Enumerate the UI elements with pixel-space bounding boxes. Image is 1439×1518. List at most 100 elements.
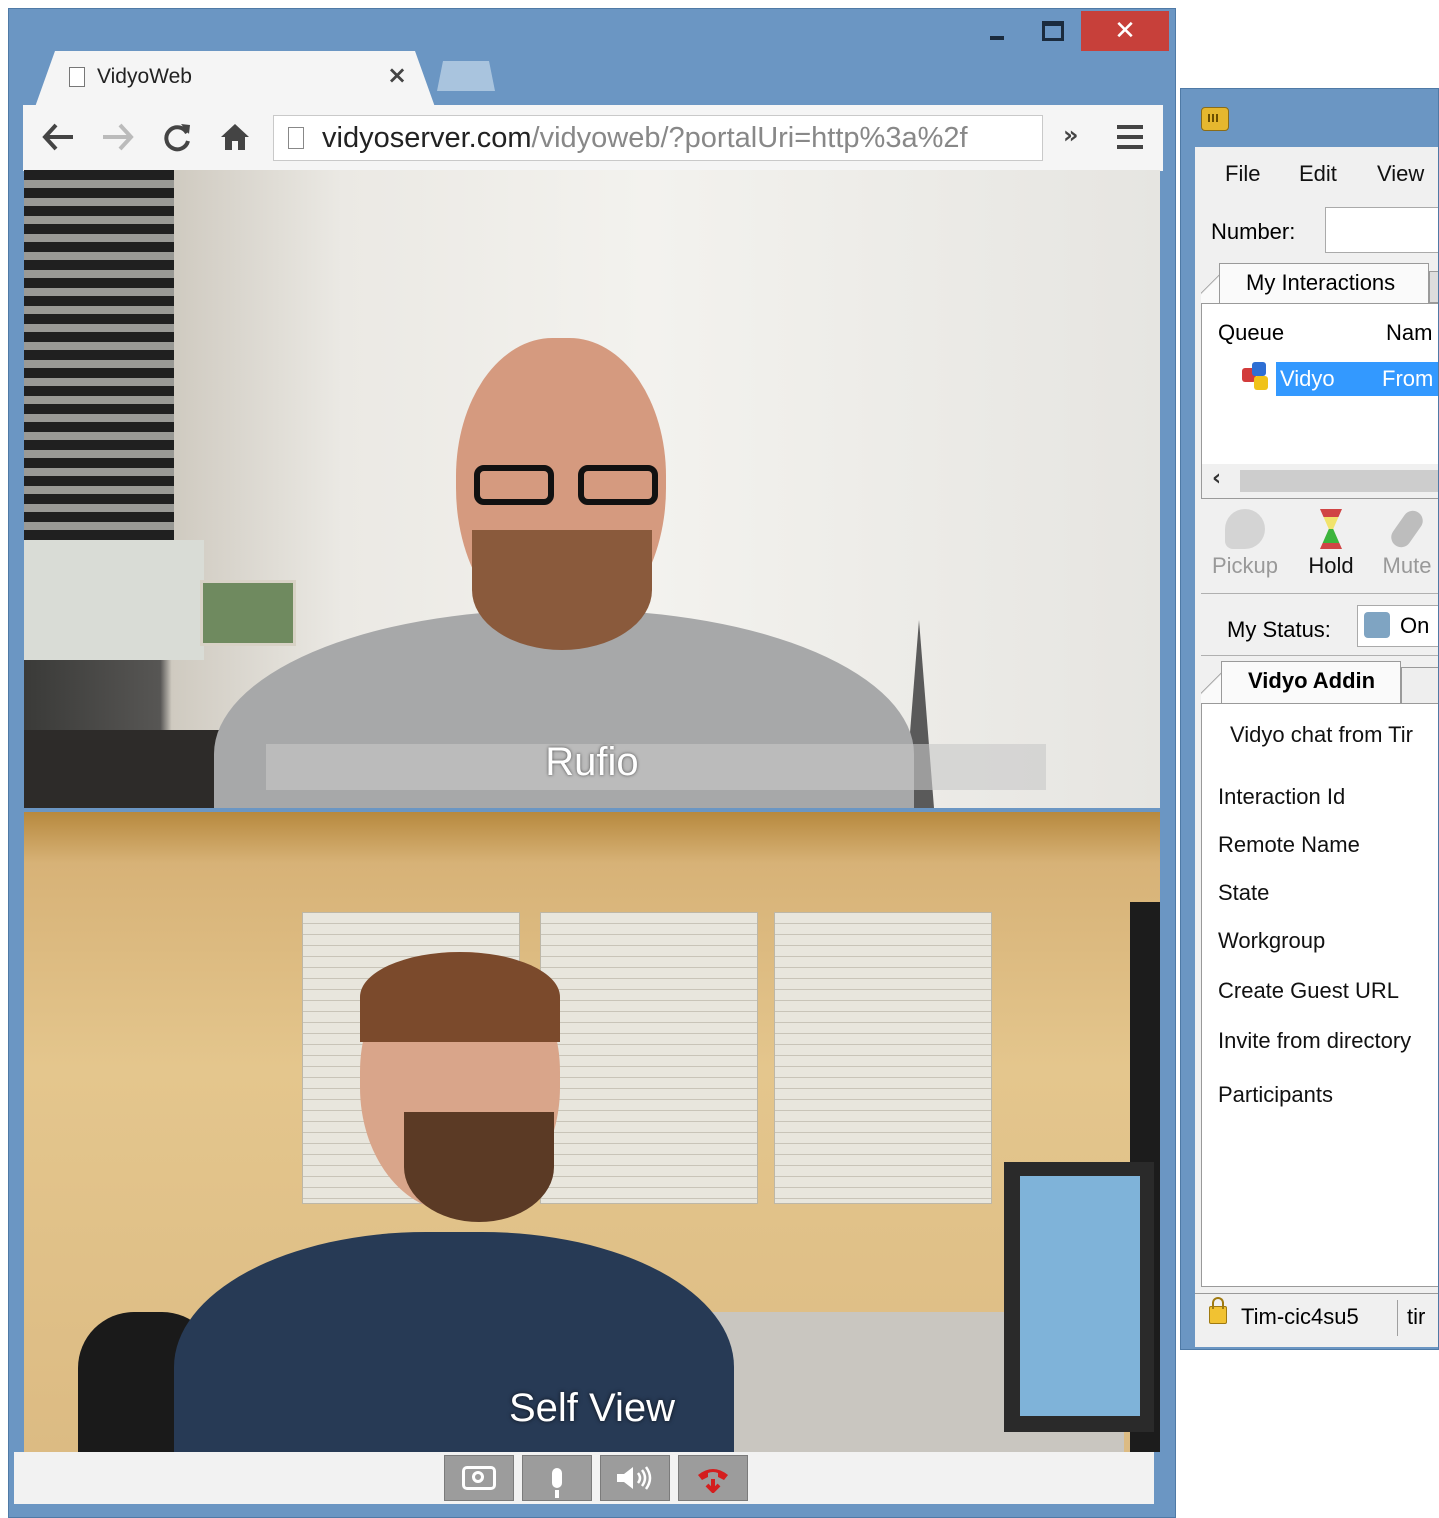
tab-vidyo-addin[interactable]: Vidyo Addin [1221, 661, 1401, 703]
address-url: vidyoserver.com/vidyoweb/?portalUri=http… [322, 122, 968, 155]
chat-interaction-icon [1242, 362, 1272, 392]
call-controls [14, 1452, 1154, 1504]
microphone-icon [552, 1468, 562, 1498]
tab-edge [1201, 661, 1223, 703]
available-status-icon [1364, 612, 1390, 638]
number-input[interactable] [1325, 207, 1438, 253]
vidyo-addin-panel: Vidyo chat from Tir Interaction Id Remot… [1201, 703, 1438, 1287]
tab-next[interactable] [1429, 271, 1438, 303]
remote-participant-label: Rufio [545, 740, 639, 784]
glasses [474, 465, 660, 511]
minimize-button[interactable] [975, 11, 1019, 51]
pickup-label: Pickup [1211, 553, 1279, 578]
remote-name-label: Remote Name [1218, 832, 1360, 857]
new-tab-button[interactable] [437, 61, 495, 91]
invite-from-directory-link[interactable]: Invite from directory [1218, 1028, 1411, 1054]
list-item-selected[interactable]: Vidyo From [1276, 362, 1438, 396]
tab-vidyoweb[interactable]: VidyoWeb × [35, 51, 435, 107]
microphone-button[interactable] [522, 1455, 592, 1501]
home-button[interactable] [215, 117, 255, 157]
scrollbar-thumb[interactable] [1240, 470, 1438, 492]
menu-edit[interactable]: Edit [1299, 161, 1337, 187]
window-blinds [24, 170, 174, 540]
scroll-left-icon[interactable]: ‹ [1212, 466, 1221, 491]
workgroup-label: Workgroup [1218, 928, 1326, 953]
mute-button[interactable]: Mute [1367, 506, 1438, 589]
camera-icon [462, 1466, 496, 1490]
self-person-beard [404, 1112, 554, 1222]
close-window-button[interactable]: ✕ [1081, 11, 1169, 51]
browser-toolbar: vidyoserver.com/vidyoweb/?portalUri=http… [23, 105, 1163, 171]
tab-edge [1201, 263, 1221, 303]
interaction-client-window: File Edit View Number: My Interactions Q… [1180, 88, 1439, 1350]
hangup-button[interactable] [678, 1455, 748, 1501]
row-name: From [1382, 366, 1434, 391]
arrow-left-icon [42, 123, 73, 151]
minimize-icon [990, 36, 1004, 40]
reload-button[interactable] [157, 117, 197, 157]
tab-my-interactions[interactable]: My Interactions [1219, 263, 1429, 303]
self-video: Self View [24, 812, 1160, 1452]
page-icon [288, 127, 304, 149]
hold-button[interactable]: Hold [1291, 509, 1371, 589]
forward-button[interactable] [97, 117, 137, 157]
maximize-button[interactable] [1031, 11, 1075, 51]
divider [1397, 1300, 1398, 1336]
back-button[interactable] [39, 117, 79, 157]
url-path: /vidyoweb/?portalUri=http%3a%2f [531, 122, 968, 154]
my-status-label: My Status: [1227, 617, 1331, 642]
lock-icon [1209, 1297, 1227, 1324]
divider [1201, 655, 1438, 656]
tab-title: VidyoWeb [97, 65, 192, 88]
status-value: On [1400, 613, 1430, 638]
photo-frame [200, 580, 296, 646]
wall-paper [774, 912, 992, 1204]
tab-close-button[interactable]: × [387, 61, 407, 89]
monitor-screen [1020, 1176, 1140, 1416]
status-select[interactable]: On [1357, 605, 1438, 647]
interaction-id-label: Interaction Id [1218, 784, 1346, 809]
hold-label: Hold [1308, 553, 1354, 578]
remote-video: Rufio [24, 170, 1160, 808]
user-name: tir [1407, 1304, 1426, 1329]
mute-label: Mute [1382, 553, 1432, 578]
column-header-queue[interactable]: Queue [1218, 320, 1284, 346]
row-queue: Vidyo [1280, 366, 1335, 391]
camera-button[interactable] [444, 1455, 514, 1501]
menu-view[interactable]: View [1377, 161, 1424, 187]
participants-label: Participants [1218, 1082, 1333, 1107]
url-host: vidyoserver.com [322, 122, 532, 154]
tab-next[interactable] [1401, 667, 1438, 703]
microphone-icon [1387, 506, 1427, 552]
column-header-name[interactable]: Nam [1386, 320, 1432, 346]
interactions-list: Queue Nam Vidyo From ‹ [1201, 303, 1438, 499]
page-icon [69, 67, 85, 87]
speaker-icon [617, 1466, 652, 1490]
menu-icon [1117, 125, 1143, 129]
self-person-hair [360, 952, 560, 1042]
state-label: State [1218, 880, 1270, 905]
arrow-right-icon [103, 123, 134, 151]
extensions-overflow-button[interactable]: » [1063, 121, 1079, 149]
hangup-icon [698, 1469, 728, 1493]
divider [1201, 593, 1438, 594]
menu-file[interactable]: File [1225, 161, 1260, 187]
window-sill [24, 540, 204, 660]
horizontal-scrollbar[interactable]: ‹ [1202, 464, 1438, 498]
menu-icon-bar [1117, 145, 1143, 149]
client-statusbar: Tim-cic4su5 tir [1195, 1293, 1438, 1342]
browser-menu-button[interactable] [1117, 125, 1143, 151]
station-name: Tim-cic4su5 [1241, 1304, 1359, 1329]
chat-from-heading: Vidyo chat from Tir [1230, 722, 1413, 747]
browser-window: ✕ VidyoWeb × vidyoserver.com/vidyoweb/?p… [8, 8, 1176, 1518]
pickup-button[interactable]: Pickup [1205, 509, 1285, 589]
phone-app-icon [1201, 107, 1229, 131]
home-icon [221, 124, 249, 150]
hourglass-icon [1320, 509, 1342, 549]
menu-icon-bar [1117, 135, 1143, 139]
speaker-button[interactable] [600, 1455, 670, 1501]
self-view-label: Self View [508, 1386, 675, 1430]
create-guest-url-link[interactable]: Create Guest URL [1218, 978, 1399, 1004]
reload-icon [164, 124, 190, 152]
address-bar[interactable]: vidyoserver.com/vidyoweb/?portalUri=http… [273, 115, 1043, 161]
